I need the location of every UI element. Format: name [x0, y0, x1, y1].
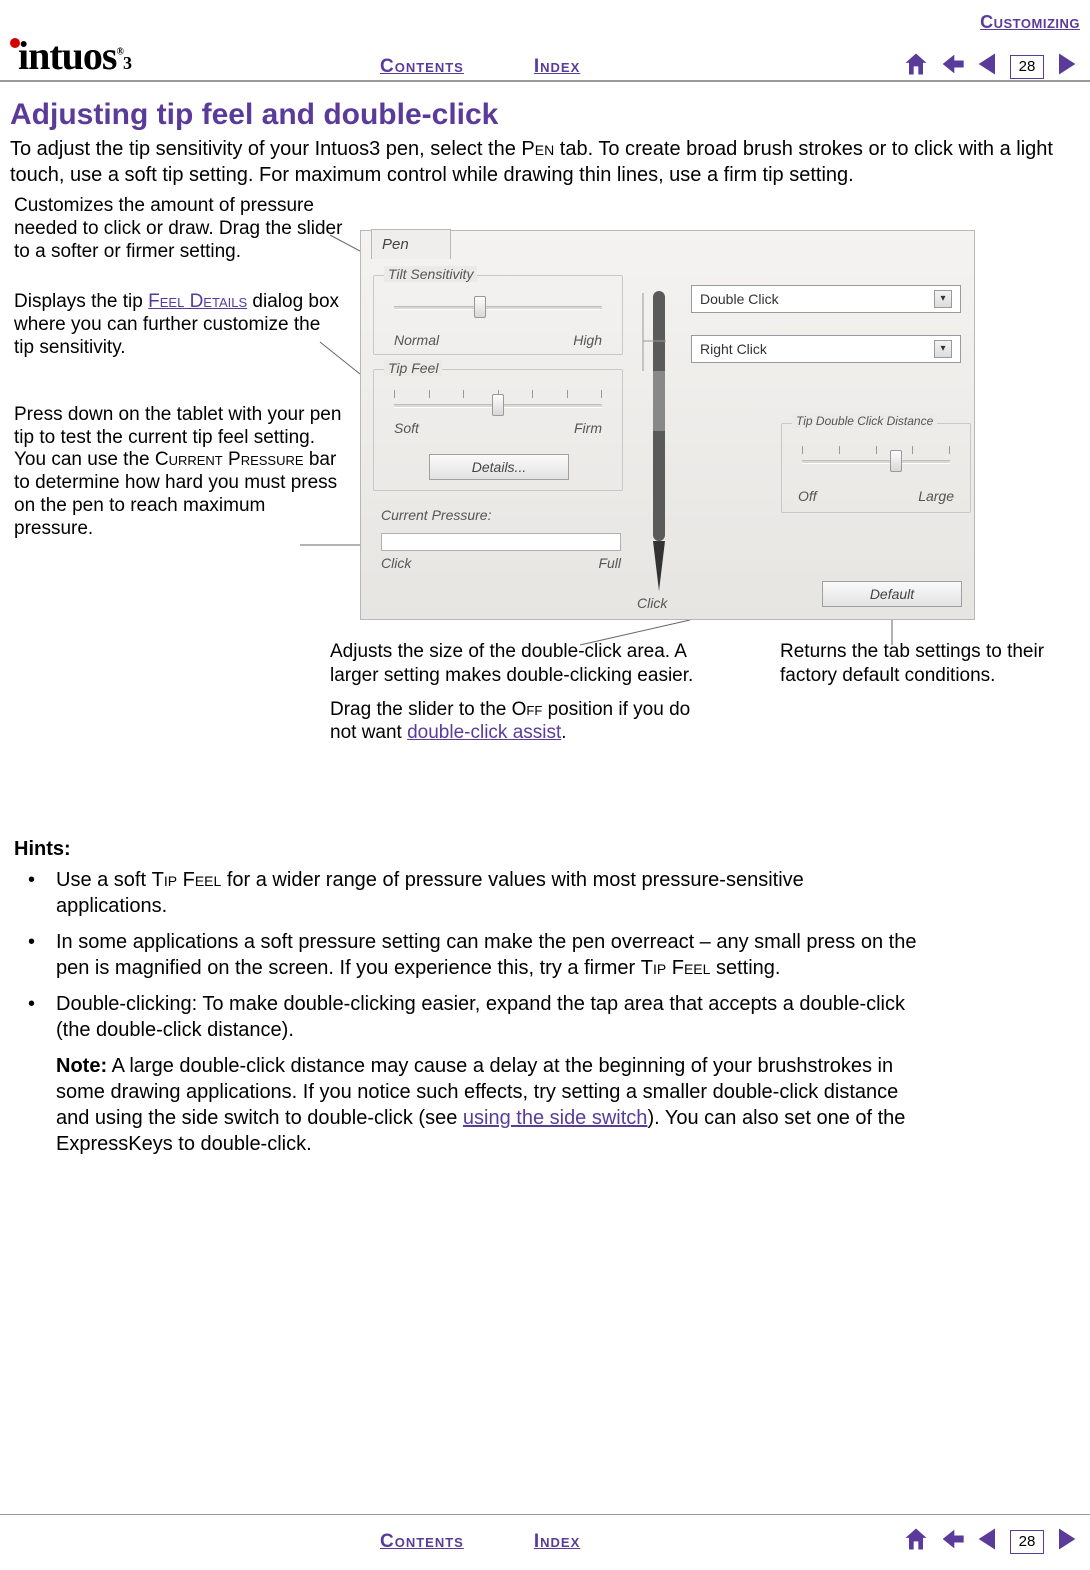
side-switch-link[interactable]: using the side switch: [463, 1107, 648, 1129]
callout-current-pressure: Press down on the tablet with your pen t…: [14, 404, 344, 541]
col1bsc: Off: [512, 699, 543, 720]
c2a: Displays the tip: [14, 291, 148, 312]
dist-knob[interactable]: [890, 450, 902, 472]
logo: intuos®3: [10, 32, 131, 79]
back-arrow-icon[interactable]: [938, 1525, 966, 1558]
callout-default: Returns the tab settings to their factor…: [780, 640, 1080, 745]
tipfeel-knob[interactable]: [492, 394, 504, 416]
pressure-high: Full: [598, 555, 621, 571]
dist-slider[interactable]: [802, 460, 950, 464]
tilt-slider[interactable]: [394, 306, 602, 310]
group-distance: Tip Double Click Distance Off Large: [781, 423, 971, 513]
home-icon[interactable]: [902, 1525, 930, 1558]
col1bc: .: [561, 722, 566, 743]
page-number: 28: [1010, 55, 1044, 79]
pen-panel: Pen Tilt Sensitivity Normal High Tip Fee…: [360, 230, 975, 620]
hint-3: Double-clicking: To make double-clicking…: [14, 991, 920, 1043]
hint-1: Use a soft Tip Feel for a wider range of…: [14, 867, 920, 919]
next-icon[interactable]: [1052, 1525, 1080, 1558]
pen-click-label: Click: [637, 595, 667, 611]
dd1-label: Double Click: [700, 291, 779, 307]
index-link[interactable]: Index: [534, 56, 580, 78]
dropdown-double-click[interactable]: Double Click ▾: [691, 285, 961, 313]
col1a: Adjusts the size of the double-click are…: [330, 640, 720, 688]
pressure-bar: [381, 533, 621, 551]
default-button[interactable]: Default: [822, 581, 962, 607]
chevron-down-icon: ▾: [934, 290, 952, 308]
col1ba: Drag the slider to the: [330, 699, 512, 720]
dist-high: Large: [918, 488, 954, 504]
dd2-label: Right Click: [700, 341, 767, 357]
logo-sub: 3: [123, 53, 131, 73]
tilt-low: Normal: [394, 332, 439, 348]
tilt-title: Tilt Sensitivity: [384, 266, 477, 282]
tipfeel-high: Firm: [574, 420, 602, 436]
tipfeel-low: Soft: [394, 420, 419, 436]
hint-2: In some applications a soft pressure set…: [14, 929, 920, 981]
double-click-assist-link[interactable]: double-click assist: [407, 722, 561, 743]
dist-low: Off: [798, 488, 817, 504]
hints: Hints: Use a soft Tip Feel for a wider r…: [14, 838, 920, 1157]
pressure-label: Current Pressure:: [381, 507, 491, 523]
tilt-high: High: [573, 332, 602, 348]
prev-icon[interactable]: [974, 1525, 1002, 1558]
tab-pen[interactable]: Pen: [371, 229, 451, 259]
tipfeel-title: Tip Feel: [384, 360, 442, 376]
intro-pen: Pen: [521, 138, 554, 160]
page-number-footer: 28: [1010, 1530, 1044, 1554]
c3sc: Current Pressure: [155, 449, 304, 470]
group-tipfeel: Tip Feel Soft Firm Details...: [373, 369, 623, 491]
prev-icon[interactable]: [974, 50, 1002, 83]
feel-details-link[interactable]: Feel Details: [148, 291, 247, 312]
hints-title: Hints:: [14, 838, 920, 861]
page-title: Adjusting tip feel and double-click: [10, 98, 498, 132]
dist-title: Tip Double Click Distance: [792, 414, 937, 428]
hint-note: Note: A large double-click distance may …: [14, 1053, 920, 1157]
pressure-low: Click: [381, 555, 411, 571]
group-tilt: Tilt Sensitivity Normal High: [373, 275, 623, 355]
tilt-knob[interactable]: [474, 296, 486, 318]
logo-text: intuos: [18, 33, 117, 78]
chevron-down-icon: ▾: [934, 340, 952, 358]
callout-details: Displays the tip Feel Details dialog box…: [14, 291, 344, 359]
pen-leader-icon: [641, 291, 691, 371]
callout-distance: Adjusts the size of the double-click are…: [330, 640, 720, 745]
back-arrow-icon[interactable]: [938, 50, 966, 83]
details-button[interactable]: Details...: [429, 454, 569, 480]
home-icon[interactable]: [902, 50, 930, 83]
index-link-footer[interactable]: Index: [534, 1531, 580, 1553]
intro-text: To adjust the tip sensitivity of your In…: [10, 136, 1080, 188]
contents-link-footer[interactable]: Contents: [380, 1531, 464, 1553]
note-a: Note:: [56, 1055, 107, 1077]
group-pressure: Current Pressure: Click Full: [381, 507, 621, 551]
dropdown-right-click[interactable]: Right Click ▾: [691, 335, 961, 363]
callout-pressure: Customizes the amount of pressure needed…: [14, 195, 344, 263]
next-icon[interactable]: [1052, 50, 1080, 83]
section-link[interactable]: Customizing: [980, 12, 1080, 33]
intro-a: To adjust the tip sensitivity of your In…: [10, 138, 521, 160]
contents-link[interactable]: Contents: [380, 56, 464, 78]
